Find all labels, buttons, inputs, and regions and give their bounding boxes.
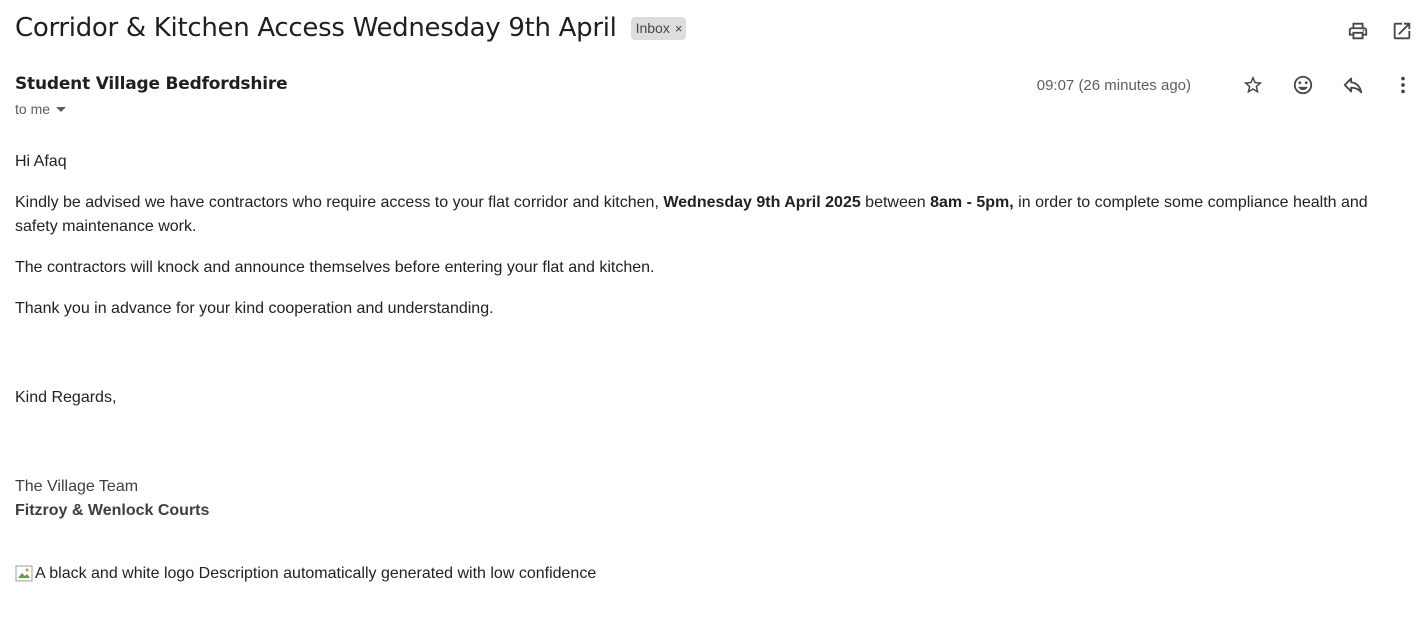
paragraph-thanks: Thank you in advance for your kind coope…: [15, 300, 494, 317]
label-chip-text: Inbox: [635, 20, 670, 36]
signature-location: Fitzroy & Wenlock Courts: [15, 502, 210, 519]
email-subject: Corridor & Kitchen Access Wednesday 9th …: [15, 13, 617, 43]
more-vertical-icon[interactable]: [1391, 73, 1415, 97]
p1-time: 8am - 5pm,: [930, 194, 1014, 211]
broken-image-icon: [15, 565, 33, 583]
reply-icon[interactable]: [1341, 73, 1365, 97]
paragraph-access-notice: Kindly be advised we have contractors wh…: [15, 191, 1410, 239]
inbox-label-chip[interactable]: Inbox ×: [630, 16, 687, 40]
timestamp: 09:07 (26 minutes ago): [1036, 76, 1191, 94]
p1-text-b: between: [860, 194, 931, 211]
chevron-down-icon[interactable]: [56, 106, 67, 112]
print-icon[interactable]: [1346, 19, 1370, 43]
p1-date: Wednesday 9th April 2025: [663, 194, 861, 211]
emoji-reaction-icon[interactable]: [1291, 73, 1315, 97]
signature-team: The Village Team: [15, 478, 139, 495]
p1-text-a: Kindly be advised we have contractors wh…: [15, 194, 664, 211]
closing: Kind Regards,: [15, 389, 117, 406]
subject-row: Corridor & Kitchen Access Wednesday 9th …: [15, 13, 687, 43]
sender-name[interactable]: Student Village Bedfordshire: [15, 74, 288, 94]
message-meta: 09:07 (26 minutes ago): [1037, 73, 1415, 97]
sender-row: Student Village Bedfordshire 09:07 (26 m…: [15, 74, 1415, 98]
broken-logo-image: A black and white logo Description autom…: [15, 565, 596, 583]
paragraph-contractors: The contractors will knock and announce …: [15, 259, 655, 276]
star-icon[interactable]: [1241, 73, 1265, 97]
greeting: Hi Afaq: [15, 153, 67, 170]
logo-alt-text: A black and white logo Description autom…: [35, 565, 597, 582]
recipient-details-toggle[interactable]: to me: [15, 101, 67, 117]
email-body: Hi Afaq Kindly be advised we have contra…: [15, 150, 1410, 523]
recipient-text: to me: [15, 101, 51, 117]
open-in-new-window-icon[interactable]: [1390, 19, 1414, 43]
thread-actions: [1346, 19, 1414, 43]
remove-label-icon[interactable]: ×: [675, 21, 683, 36]
